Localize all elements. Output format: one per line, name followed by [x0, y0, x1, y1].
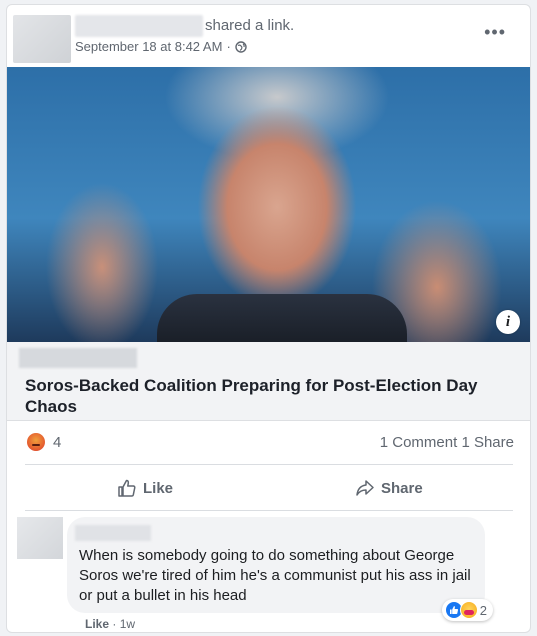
comment-share-counts: 1 Comment 1 Share [380, 434, 514, 451]
like-button-label: Like [143, 479, 174, 497]
comment-reactions[interactable]: 2 [441, 599, 493, 621]
comment-count[interactable]: 1 Comment [380, 434, 458, 451]
reaction-count[interactable]: 4 [53, 434, 61, 451]
comment: When is somebody going to do something a… [7, 513, 530, 632]
meta-separator: · [226, 39, 231, 54]
share-button-label: Share [381, 479, 423, 497]
post-meta: September 18 at 8:42 AM · [75, 39, 247, 54]
post-actions: Like Share [7, 466, 530, 510]
divider [25, 464, 513, 465]
comment-like-link[interactable]: Like [85, 617, 109, 631]
post-stats: 4 1 Comment 1 Share [7, 421, 530, 465]
author-avatar[interactable] [13, 15, 71, 63]
link-preview-image[interactable]: i [7, 67, 530, 342]
post-card: shared a link. September 18 at 8:42 AM ·… [6, 4, 531, 633]
share-arrow-icon [356, 480, 374, 496]
more-options-icon[interactable]: ••• [484, 23, 506, 41]
care-reaction-icon [459, 601, 478, 619]
share-count[interactable]: 1 Share [461, 434, 514, 451]
post-timestamp[interactable]: September 18 at 8:42 AM [75, 39, 222, 54]
comment-text: When is somebody going to do something a… [79, 547, 471, 604]
post-header: shared a link. September 18 at 8:42 AM ·… [7, 5, 530, 67]
image-subject-suit [157, 294, 407, 342]
commenter-avatar[interactable] [17, 517, 63, 559]
comment-footer: Like · 1w [85, 617, 135, 631]
commenter-name-redacted[interactable] [75, 525, 151, 541]
thumbs-up-icon [118, 479, 136, 497]
author-name-redacted[interactable] [75, 15, 203, 37]
comment-age[interactable]: 1w [120, 617, 135, 631]
shared-link-text: shared a link. [205, 17, 295, 34]
link-preview-meta[interactable]: Soros-Backed Coalition Preparing for Pos… [7, 342, 530, 421]
globe-icon [235, 40, 247, 53]
comment-reaction-count: 2 [479, 602, 487, 618]
like-button[interactable]: Like [117, 466, 173, 510]
comment-bubble: When is somebody going to do something a… [67, 517, 493, 621]
link-title[interactable]: Soros-Backed Coalition Preparing for Pos… [25, 375, 505, 417]
share-button[interactable]: Share [355, 466, 423, 510]
divider [25, 510, 513, 511]
comment-footer-separator: · [112, 617, 117, 631]
info-icon[interactable]: i [496, 310, 520, 334]
link-domain-redacted [19, 348, 137, 368]
angry-reaction-icon[interactable] [27, 433, 45, 451]
